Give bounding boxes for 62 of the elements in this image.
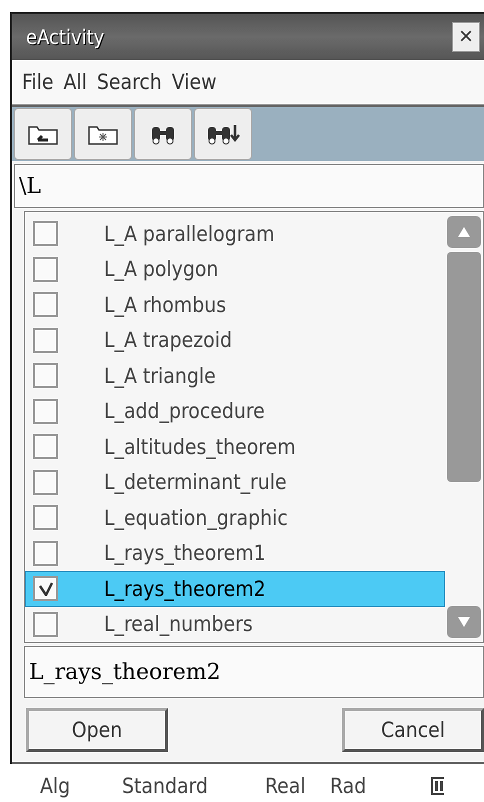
path-field[interactable]: \L — [14, 164, 484, 208]
checkbox[interactable] — [33, 612, 58, 637]
check-icon — [38, 582, 54, 596]
menu-item[interactable]: File — [22, 70, 54, 94]
file-name: L_A rhombus — [104, 292, 226, 317]
down-triangle-icon — [458, 617, 470, 627]
file-row[interactable]: L_rays_theorem1 — [25, 536, 445, 571]
file-row[interactable]: L_A polygon — [25, 252, 445, 287]
up-triangle-icon — [458, 227, 470, 237]
status-text: Real — [265, 774, 307, 798]
checkbox[interactable] — [33, 328, 58, 353]
status-text: Rad — [330, 774, 368, 798]
file-name: L_altitudes_theorem — [104, 434, 296, 459]
file-name: L_rays_theorem1 — [104, 541, 266, 566]
toolbar-button[interactable] — [14, 108, 72, 160]
battery-icon — [430, 776, 444, 796]
file-name: L_A trapezoid — [104, 328, 232, 352]
checkbox[interactable] — [33, 505, 58, 530]
scrollbar-thumb[interactable] — [447, 252, 481, 482]
file-name: L_real_numbers — [104, 612, 253, 636]
checkbox[interactable] — [33, 256, 58, 282]
toolbar-button[interactable] — [134, 108, 192, 160]
window-title: eActivity — [26, 25, 104, 49]
checkbox[interactable] — [33, 434, 58, 460]
file-row[interactable]: L_altitudes_theorem — [25, 429, 445, 464]
file-row[interactable]: L_A triangle — [25, 358, 445, 394]
scroll-down-button[interactable] — [447, 606, 481, 638]
checkbox[interactable] — [33, 292, 58, 318]
toolbar-button[interactable] — [194, 108, 252, 160]
file-row[interactable]: L_add_procedure — [25, 394, 445, 429]
file-row[interactable]: L_A rhombus — [25, 287, 445, 322]
file-row[interactable]: L_determinant_rule — [25, 464, 445, 500]
open-button[interactable]: Open — [26, 708, 168, 752]
file-row[interactable]: L_equation_graphic — [25, 500, 445, 536]
checkbox[interactable] — [33, 470, 58, 495]
file-name: L_A polygon — [104, 257, 218, 282]
checkbox[interactable] — [33, 540, 58, 566]
filename-field[interactable]: L_rays_theorem2 — [24, 646, 484, 698]
checkbox[interactable] — [33, 221, 58, 246]
file-row[interactable]: L_rays_theorem2 — [25, 571, 445, 606]
close-button[interactable]: × — [452, 22, 480, 52]
file-row[interactable]: L_real_numbers — [25, 606, 445, 642]
menu-item[interactable]: All — [63, 70, 87, 94]
toolbar-button[interactable] — [74, 108, 132, 160]
binoculars-down-arrow-icon — [206, 123, 240, 145]
file-row[interactable]: L_A trapezoid — [25, 322, 445, 358]
file-name: L_A triangle — [104, 364, 216, 388]
menu-item[interactable]: View — [172, 70, 217, 94]
checkbox[interactable] — [33, 398, 58, 424]
scroll-up-button[interactable] — [447, 216, 481, 248]
file-name: L_rays_theorem2 — [104, 576, 266, 601]
file-name: L_equation_graphic — [104, 506, 288, 530]
file-name: L_determinant_rule — [104, 470, 287, 494]
status-text: Standard — [122, 774, 209, 798]
file-row[interactable]: L_A parallelogram — [25, 216, 445, 252]
status-text: Alg — [40, 774, 72, 798]
menu-item[interactable]: Search — [96, 70, 162, 94]
file-name: L_add_procedure — [104, 399, 265, 424]
file-name: L_A parallelogram — [104, 222, 274, 246]
checkbox[interactable] — [33, 576, 58, 602]
cancel-button[interactable]: Cancel — [342, 708, 484, 752]
checkbox[interactable] — [33, 363, 58, 388]
